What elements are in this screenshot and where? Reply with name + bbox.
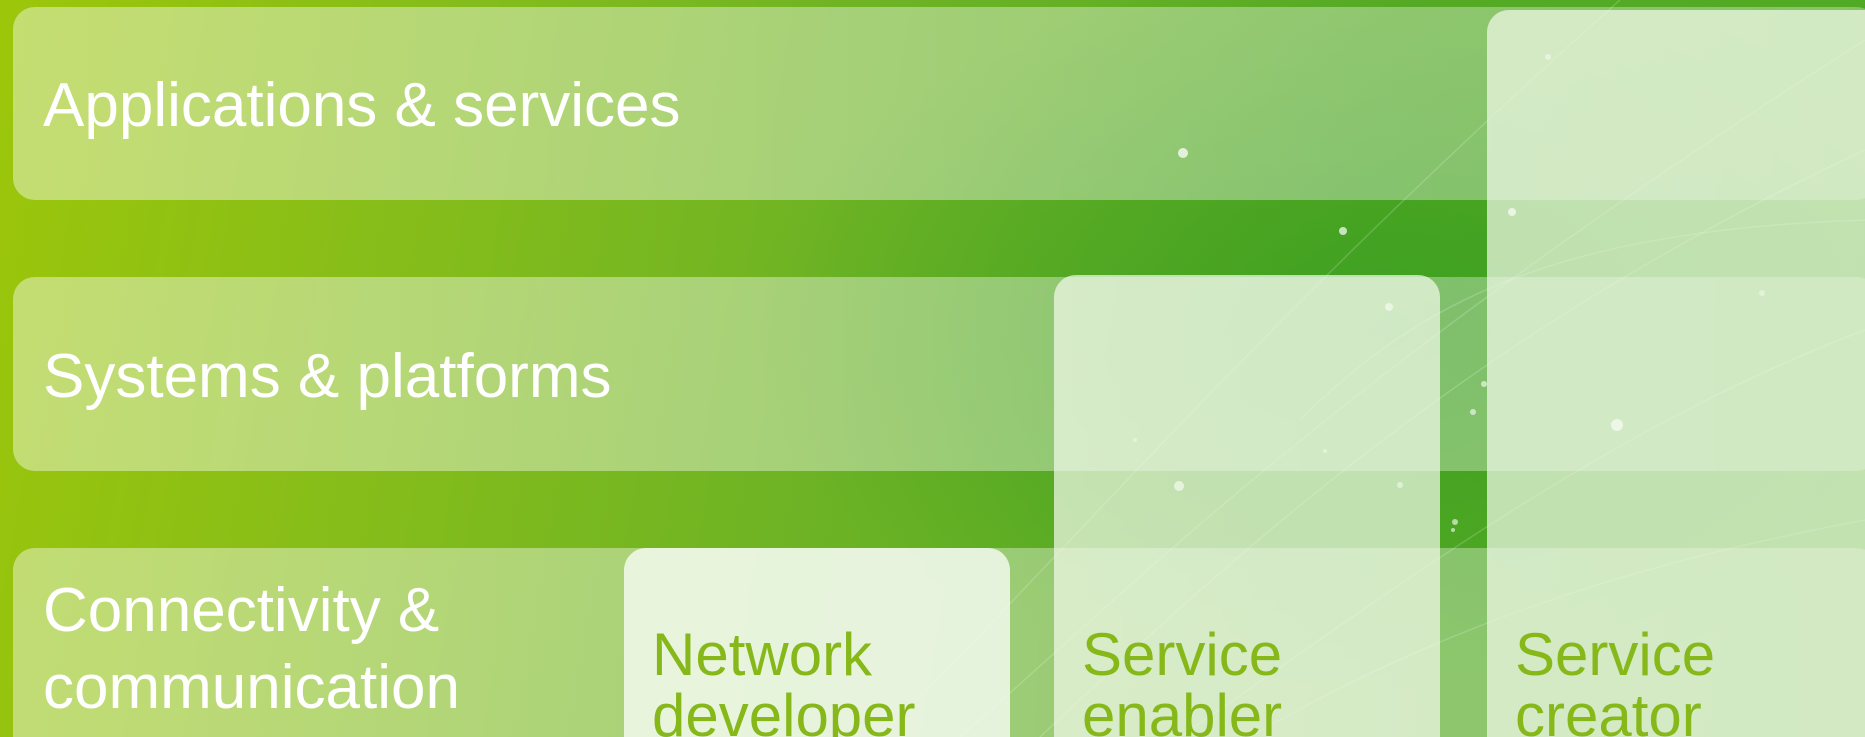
diagram-stage: Applications & services Systems & platfo… [0,0,1865,737]
role-label-line-2: developer [652,682,916,737]
role-label-service-enabler: Service enabler [1082,624,1282,737]
role-label-network-developer: Network developer [652,624,916,737]
layer-label-line-2: communication [43,653,460,722]
role-label-line-1: Network [652,621,873,688]
role-label-service-creator: Service creator [1515,624,1715,737]
role-network-developer: Network developer [624,548,1010,737]
role-label-line-1: Service [1515,621,1716,688]
role-label-line-1: Service [1082,621,1283,688]
layer-label-line-1: Connectivity & [43,576,440,645]
layer-label-systems-platforms: Systems & platforms [43,342,612,411]
role-service-enabler: Service enabler [1054,275,1440,737]
role-label-line-2: enabler [1082,682,1283,737]
layer-label-connectivity-communication: Connectivity & communication [43,572,460,726]
role-label-line-2: creator [1515,682,1702,737]
role-service-creator: Service creator [1487,10,1865,737]
layer-label-applications-services: Applications & services [43,71,681,140]
